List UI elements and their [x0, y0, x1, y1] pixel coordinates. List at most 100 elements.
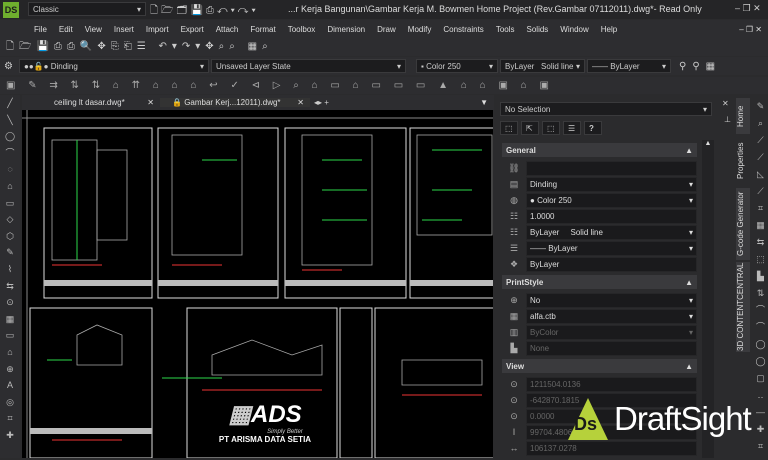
window-title: ...r Kerja Bangunan\Gambar Kerja M. Bowm…: [288, 4, 702, 14]
section-printstyle[interactable]: PrintStyle ▲: [502, 275, 697, 289]
menu-tools[interactable]: Tools: [496, 25, 515, 34]
modify-toolbar[interactable]: ▣ ✎ ⇉ ⇅ ⇅ ⌂ ⇈ ⌂ ⌂ ⌂ ↩ ✓ ⊲ ▷ ⌕ ⌂ ▭ ⌂ ▭ ▭ …: [0, 77, 768, 94]
window-controls[interactable]: ‒ ❐ ✕: [735, 3, 761, 14]
print-table-field[interactable]: alfa.ctb ▾: [526, 308, 697, 324]
ads-watermark: ▦ADS Simply Better PT ARISMA DATA SETIA: [218, 401, 312, 444]
workspace-dropdown[interactable]: Classic ▾: [28, 2, 146, 16]
right-toolbar[interactable]: ✎ ⌕ ⟋ ⟋ ◺ ⟋ ⌗ ▦ ⇆ ⬚ ▙ ⇅ ⌒ ⌒ ◯ ◯ ▢ ‥ — ✚ ⌗: [753, 98, 768, 458]
menu-export[interactable]: Export: [181, 25, 204, 34]
transparency-icon: ❖: [509, 258, 519, 269]
menu-view[interactable]: View: [85, 25, 102, 34]
help-icon[interactable]: ?: [584, 121, 602, 135]
tab-ceiling[interactable]: ceiling lt dasar.dwg* ✕: [22, 98, 160, 107]
menu-attach[interactable]: Attach: [216, 25, 239, 34]
menu-solids[interactable]: Solids: [527, 25, 549, 34]
menu-draw[interactable]: Draw: [377, 25, 396, 34]
sheet-8: [374, 307, 496, 459]
menu-constraints[interactable]: Constraints: [443, 25, 483, 34]
menu-import[interactable]: Import: [146, 25, 169, 34]
close-icon[interactable]: ✕: [147, 98, 154, 107]
section-view[interactable]: View ▲: [502, 359, 697, 373]
title-bar: DS Classic ▾ 🗋🗁🗂💾⎙↶▾↷▾ ...r Kerja Banguna…: [0, 0, 768, 19]
draftsight-logo-icon: Ds: [568, 398, 608, 440]
menu-insert[interactable]: Insert: [114, 25, 134, 34]
hyperlink-field[interactable]: [526, 160, 697, 176]
layer-manager-icon[interactable]: ⚙: [3, 61, 14, 72]
lineweight-dropdown[interactable]: —— ByLayer ▾: [587, 59, 671, 73]
center-z-icon: ⊙: [510, 410, 518, 421]
layer-dropdown[interactable]: ●●🔓● Dinding ▾: [19, 59, 209, 73]
pin-icon[interactable]: ⊥: [724, 115, 731, 124]
side-tab-properties[interactable]: Properties: [736, 136, 750, 186]
menu-format[interactable]: Format: [250, 25, 275, 34]
color-icon: ◍: [510, 194, 518, 205]
center-x-icon: ⊙: [510, 378, 518, 389]
menu-help[interactable]: Help: [601, 25, 617, 34]
center-y-icon: ⊙: [510, 394, 518, 405]
tab-list-icon[interactable]: ▼: [480, 98, 488, 107]
linestyle-icon: ☷: [509, 226, 519, 237]
document-window-controls[interactable]: ‒ ❐ ✕: [739, 25, 762, 34]
sheet-2: [157, 127, 279, 299]
document-tabs: ceiling lt dasar.dwg* ✕ 🔒 Gambar Kerj...1…: [22, 95, 494, 110]
layer-icon: ▤: [509, 178, 519, 189]
menu-bar: File Edit View Insert Import Export Attach Form…: [0, 20, 768, 38]
sheet-4: [409, 127, 501, 299]
quick-access-toolbar[interactable]: 🗋🗁🗂💾⎙↶▾↷▾: [150, 3, 259, 20]
sheet-1: [43, 127, 153, 299]
lineweight-icon: ☰: [509, 242, 519, 253]
menu-edit[interactable]: Edit: [59, 25, 73, 34]
layer-toolbar: ⚙ ●●🔓● Dinding ▾ Unsaved Layer State ▾ ▪ C…: [0, 57, 768, 75]
select-all-icon[interactable]: ⬚: [500, 121, 518, 135]
link-icon: ⛓: [508, 162, 520, 173]
layer-state-dropdown[interactable]: Unsaved Layer State ▾: [211, 59, 406, 73]
lineweight-field[interactable]: —— ByLayer ▾: [526, 240, 697, 256]
transparency-field[interactable]: ByLayer: [526, 256, 697, 272]
linestyle-dropdown[interactable]: ByLayer Solid line ▾: [500, 59, 585, 73]
menu-dimension[interactable]: Dimension: [327, 25, 365, 34]
printstyle-field-1[interactable]: No ▾: [526, 292, 697, 308]
height-icon: I: [512, 427, 516, 437]
width-icon: ↔: [509, 443, 519, 453]
sheet-5: [29, 307, 153, 459]
print-attach-icon: ▙: [510, 342, 518, 353]
sheet-3: [284, 127, 407, 299]
filter-icon[interactable]: ☰: [563, 121, 581, 135]
print-table-icon: ▦: [509, 310, 519, 321]
quick-select-icon[interactable]: ⬚: [542, 121, 560, 135]
linestyle-scale-field[interactable]: 1.0000: [526, 208, 697, 224]
app-logo-icon: DS: [3, 2, 19, 18]
draw-toolbar[interactable]: ╱ ╲ ◯ ⌒ ◌ ⌂ ▭ ◇ ⬡ ✎ ⌇ ⇆ ⊙ ▦ ▭ ⌂ ⊕ A ◎ ⌗ ✚: [0, 95, 20, 458]
linestyle-field[interactable]: ByLayer Solid line ▾: [526, 224, 697, 240]
print-style-field: ByColor ▾: [526, 324, 697, 340]
menu-window[interactable]: Window: [560, 25, 588, 34]
side-tab-home[interactable]: Home: [736, 98, 750, 134]
close-panel-icon[interactable]: ✕: [722, 99, 729, 108]
menu-modify[interactable]: Modify: [408, 25, 432, 34]
section-general[interactable]: General ▲: [502, 143, 697, 157]
menu-toolbox[interactable]: Toolbox: [288, 25, 316, 34]
center-x-field: 1211504.0136: [526, 376, 697, 392]
scale-icon: ☷: [509, 210, 519, 221]
sheet-7: [339, 307, 373, 459]
selection-dropdown[interactable]: No Selection ▾: [500, 102, 712, 116]
color-field[interactable]: ● Color 250 ▾: [526, 192, 697, 208]
selection-tools: ⬚ ⇱ ⬚ ☰ ?: [500, 121, 602, 135]
draftsight-watermark: Ds DraftSight: [568, 398, 752, 440]
side-tab-gcode[interactable]: G-code Generator: [736, 188, 750, 260]
close-icon[interactable]: ✕: [297, 98, 304, 107]
color-dropdown[interactable]: ▪ Color 250 ▾: [416, 59, 498, 73]
print-style-icon: ▥: [509, 326, 519, 337]
layer-tools[interactable]: ⚲⚲▦: [679, 61, 721, 72]
view-width-field: 106137.0278: [526, 440, 697, 456]
tab-gambar-kerja[interactable]: 🔒 Gambar Kerj...12011).dwg* ✕: [160, 98, 310, 107]
print-attach-field: None: [526, 340, 697, 356]
select-objects-icon[interactable]: ⇱: [521, 121, 539, 135]
tab-scroll-icon[interactable]: ◂▸ +: [314, 98, 329, 107]
menu-file[interactable]: File: [34, 25, 47, 34]
print-icon: ⊕: [510, 294, 518, 305]
side-tab-3dcontentcentral[interactable]: 3D CONTENTCENTRAL: [736, 262, 750, 352]
layer-field[interactable]: Dinding ▾: [526, 176, 697, 192]
standard-toolbar[interactable]: 🗋🗁💾⎙⎙🔍✥⎘⎗☰ ↶▾↷▾✥⌕⌕ ▦⌕: [0, 38, 768, 56]
drawing-canvas[interactable]: ▦ADS Simply Better PT ARISMA DATA SETIA: [22, 110, 501, 459]
